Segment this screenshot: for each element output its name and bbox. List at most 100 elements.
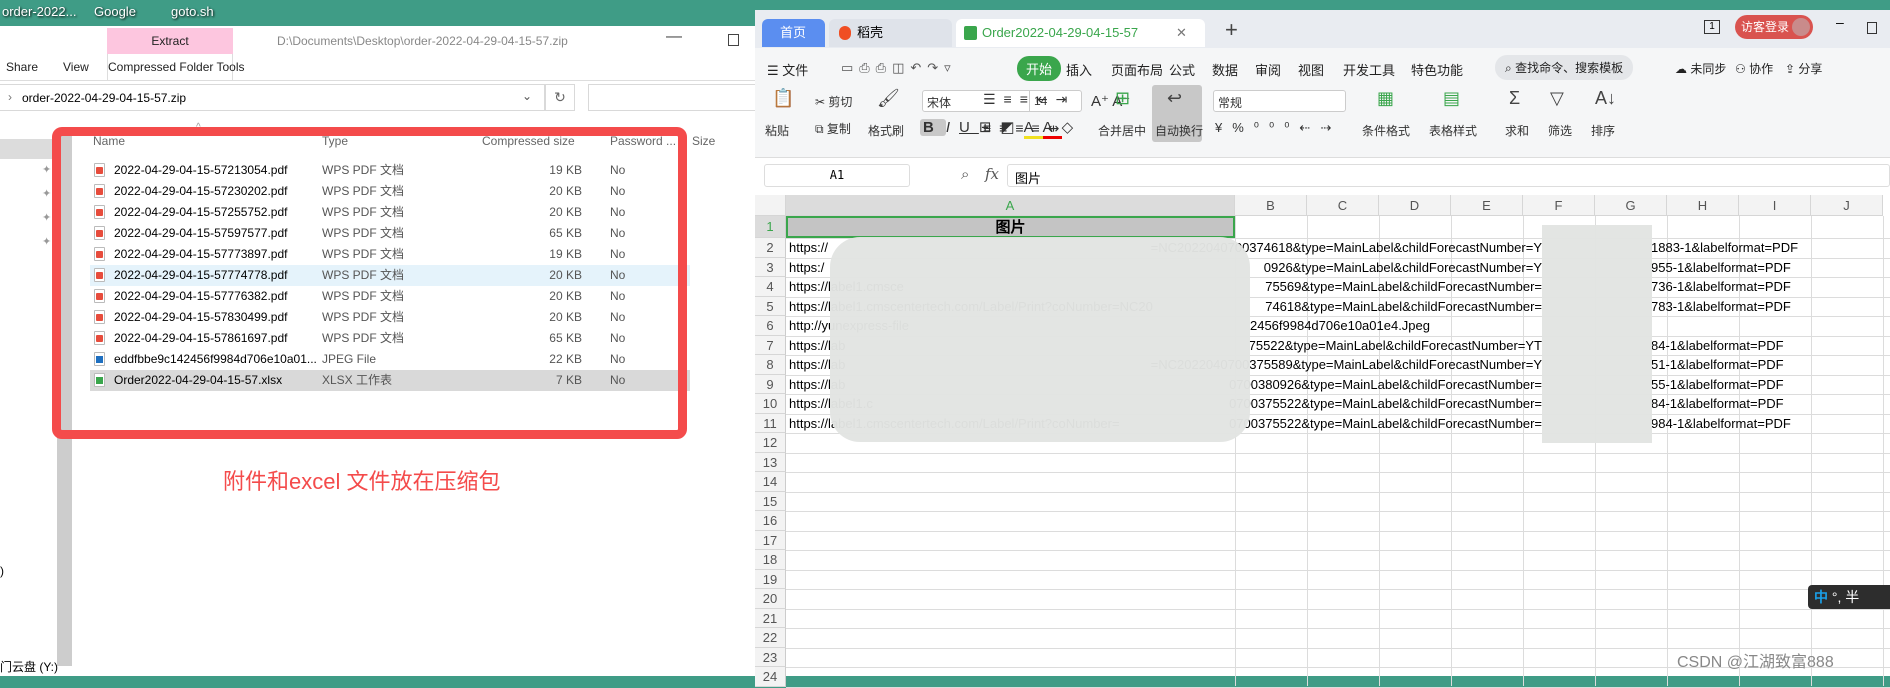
spreadsheet-grid[interactable]: A B C D E F G H I J 1 2 3 4 5 6 7 8 9 10 11 12 13 14 15 16 17 18 19 2…: [755, 195, 1890, 688]
menu-developer[interactable]: 开发工具: [1343, 60, 1395, 79]
row-header[interactable]: 12: [755, 433, 786, 453]
sum-button[interactable]: 求和: [1505, 122, 1529, 139]
column-header-J[interactable]: J: [1811, 195, 1883, 216]
row-header[interactable]: 22: [755, 628, 786, 648]
row-header[interactable]: 20: [755, 589, 786, 609]
row-header[interactable]: 3: [755, 257, 786, 277]
cell-url-start[interactable]: https:/: [789, 258, 824, 277]
table-style-icon[interactable]: ▤: [1443, 88, 1460, 109]
extract-context-tab[interactable]: Extract: [107, 28, 233, 54]
menu-insert[interactable]: 插入: [1066, 60, 1092, 79]
sort-icon[interactable]: A↓: [1595, 88, 1616, 109]
menu-page-layout[interactable]: 页面布局: [1111, 60, 1163, 79]
merge-center-button[interactable]: 合并居中: [1098, 122, 1146, 139]
menu-view[interactable]: 视图: [1298, 60, 1324, 79]
fx-icon[interactable]: fx: [985, 165, 999, 183]
nav-item[interactable]: ): [0, 564, 4, 578]
wrap-text-button[interactable]: ↩ 自动换行: [1152, 85, 1203, 142]
row-header[interactable]: 9: [755, 374, 786, 394]
filter-icon[interactable]: ▽: [1550, 88, 1564, 109]
row-header[interactable]: 7: [755, 335, 786, 355]
format-painter-icon[interactable]: 🖌: [877, 88, 900, 109]
desktop-icon-goto[interactable]: goto.sh: [171, 4, 214, 19]
row-header[interactable]: 8: [755, 355, 786, 375]
row-header[interactable]: 15: [755, 491, 786, 511]
minimize-button[interactable]: –: [1836, 14, 1844, 30]
maximize-button[interactable]: [1867, 22, 1877, 34]
column-header-A[interactable]: A: [786, 195, 1235, 216]
copy-button[interactable]: ⧉ 复制: [815, 120, 851, 137]
sum-icon[interactable]: Σ: [1509, 88, 1520, 109]
nav-item-drive[interactable]: 门云盘 (Y:): [0, 658, 58, 675]
column-header-E[interactable]: E: [1451, 195, 1523, 216]
align-buttons[interactable]: ☰≡≡⇤⇥: [983, 91, 1075, 108]
number-format-select[interactable]: 常规: [1213, 90, 1346, 112]
column-header-B[interactable]: B: [1235, 195, 1307, 216]
row-header[interactable]: 4: [755, 277, 786, 297]
tab-share[interactable]: Share: [6, 60, 38, 74]
address-bar[interactable]: › order-2022-04-29-04-15-57.zip ⌄: [0, 84, 545, 111]
collab-button[interactable]: ⚇ 协作: [1735, 60, 1773, 77]
menu-file[interactable]: ☰ 文件: [767, 60, 808, 79]
menu-special[interactable]: 特色功能: [1411, 60, 1463, 79]
zoom-icon[interactable]: ⌕: [961, 166, 969, 183]
filter-button[interactable]: 筛选: [1548, 122, 1572, 139]
row-header[interactable]: 1: [755, 216, 786, 238]
menu-home[interactable]: 开始: [1017, 56, 1062, 81]
minimize-button[interactable]: —: [666, 28, 682, 46]
cell-A1[interactable]: 图片: [786, 216, 1235, 238]
paste-icon[interactable]: 📋: [772, 88, 794, 109]
number-buttons[interactable]: ¥%⁰⁰⁰⇠⇢: [1215, 120, 1341, 136]
row-header[interactable]: 24: [755, 667, 786, 687]
merge-icon[interactable]: ⊞: [1115, 88, 1130, 109]
ime-indicator[interactable]: 中 °, 半: [1808, 585, 1890, 609]
column-header-F[interactable]: F: [1523, 195, 1595, 216]
tab-compressed-folder-tools[interactable]: Compressed Folder Tools: [107, 54, 245, 80]
window-count-icon[interactable]: 1: [1704, 20, 1720, 34]
tab-view[interactable]: View: [63, 60, 89, 74]
row-header[interactable]: 21: [755, 608, 786, 628]
share-button[interactable]: ⇪ 分享: [1785, 60, 1822, 77]
table-style-button[interactable]: 表格样式: [1429, 122, 1477, 139]
row-header[interactable]: 19: [755, 569, 786, 589]
col-size[interactable]: Size: [692, 134, 715, 148]
sync-button[interactable]: ☁ 未同步: [1675, 60, 1726, 77]
menu-review[interactable]: 审阅: [1255, 60, 1281, 79]
row-header[interactable]: 16: [755, 511, 786, 531]
menu-data[interactable]: 数据: [1212, 60, 1238, 79]
name-box[interactable]: A1: [764, 164, 910, 187]
refresh-button[interactable]: ↻: [545, 84, 575, 111]
row-header[interactable]: 2: [755, 238, 786, 258]
row-header[interactable]: 5: [755, 296, 786, 316]
close-tab-icon[interactable]: ✕: [1176, 19, 1187, 47]
menu-formulas[interactable]: 公式: [1169, 60, 1195, 79]
row-header[interactable]: 13: [755, 452, 786, 472]
formula-input[interactable]: 图片: [1007, 164, 1890, 187]
quick-access-icons[interactable]: ▭⎙⎙◫↶↷▿: [841, 60, 957, 76]
nav-selected-item[interactable]: [0, 139, 57, 159]
new-tab-button[interactable]: +: [1225, 17, 1238, 43]
halign-buttons[interactable]: ≡≡≡≡⇹: [983, 120, 1067, 137]
tab-document[interactable]: Order2022-04-29-04-15-57 ✕: [956, 19, 1205, 47]
conditional-format-button[interactable]: 条件格式: [1362, 122, 1410, 139]
column-header-G[interactable]: G: [1595, 195, 1667, 216]
login-button[interactable]: 访客登录: [1735, 15, 1813, 39]
row-header[interactable]: 23: [755, 647, 786, 667]
maximize-button[interactable]: [728, 34, 739, 46]
row-header[interactable]: 6: [755, 316, 786, 336]
paste-button[interactable]: 粘贴: [765, 122, 789, 139]
cell-url-start[interactable]: https://: [789, 238, 828, 257]
tab-home[interactable]: 首页: [762, 19, 825, 47]
row-header[interactable]: 10: [755, 394, 786, 414]
command-search[interactable]: ⌕ 查找命令、搜索模板: [1495, 55, 1634, 80]
tab-docer[interactable]: 稻壳: [829, 19, 952, 47]
column-header-I[interactable]: I: [1739, 195, 1811, 216]
row-header[interactable]: 11: [755, 413, 786, 433]
conditional-format-icon[interactable]: ▦: [1377, 88, 1394, 109]
select-all-corner[interactable]: [755, 195, 786, 216]
row-header[interactable]: 17: [755, 530, 786, 550]
desktop-icon-google[interactable]: Google: [94, 4, 136, 19]
desktop-icon-order[interactable]: order-2022...: [2, 4, 76, 19]
row-header[interactable]: 14: [755, 472, 786, 492]
format-painter-button[interactable]: 格式刷: [868, 122, 904, 139]
